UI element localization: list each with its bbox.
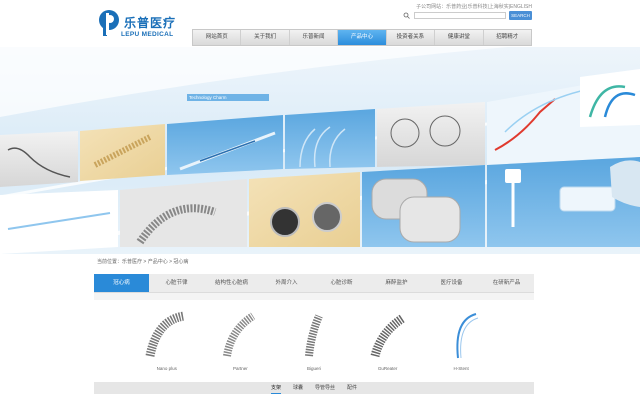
category-tabs: 冠心病 心脏节律 结构性心脏病 外周介入 心脏诊断 麻醉监护 医疗设备 在研新产… [94, 274, 534, 293]
banner-panel-pacemaker [362, 165, 485, 247]
tab-equipment[interactable]: 医疗设备 [424, 274, 479, 292]
subtab-balloon[interactable]: 球囊 [293, 382, 303, 394]
banner-panel-stent-gold [80, 124, 165, 181]
logo-mark-icon [99, 10, 119, 36]
product-name: Bigueri [306, 366, 321, 371]
banner-panel-syringe [487, 157, 640, 247]
stent-icon [223, 312, 256, 357]
search-icon [403, 12, 410, 19]
catheter-icon [456, 313, 479, 359]
product-section: 冠心病 心脏节律 结构性心脏病 外周介入 心脏诊断 麻醉监护 医疗设备 在研新产… [94, 274, 534, 394]
nav-item-home[interactable]: 网站首页 [193, 30, 242, 45]
banner-panel-discs [249, 172, 360, 247]
tab-structural[interactable]: 结构性心脏病 [204, 274, 259, 292]
tab-diagnosis[interactable]: 心脏诊断 [314, 274, 369, 292]
product-item[interactable]: Partner [211, 300, 269, 382]
subtab-stent[interactable]: 支架 [270, 382, 281, 394]
product-item[interactable]: H-Stent [432, 300, 490, 382]
site-header: 乐普医疗 LEPU MEDICAL 子公司网站：乐普药业|乐普科技|上海秋实|E… [0, 0, 640, 47]
breadcrumb[interactable]: 当前位置：乐普医疗 > 产品中心 > 冠心病 [97, 258, 188, 265]
banner-panel-guidewire [0, 190, 118, 254]
tab-peripheral[interactable]: 外周介入 [259, 274, 314, 292]
subcategory-tabs: 支架 球囊 导管导丝 配件 [94, 382, 534, 394]
nav-item-news[interactable]: 乐普新闻 [290, 30, 339, 45]
search-input[interactable] [414, 12, 506, 19]
product-list: Nano plus Partner Bigueri GuReater H-Ste… [94, 300, 534, 382]
subsidiary-links[interactable]: 子公司网站：乐普药业|乐普科技|上海秋实|ENGLISH [416, 3, 532, 10]
product-item[interactable]: GuReater [359, 300, 417, 382]
tab-anesthesia[interactable]: 麻醉监护 [369, 274, 424, 292]
hero-banner: Technology Charm [0, 47, 640, 254]
tab-coronary[interactable]: 冠心病 [94, 274, 149, 292]
banner-panel-catheters [285, 109, 375, 169]
stent-icon [145, 311, 185, 357]
subtab-catheter-guidewire[interactable]: 导管导丝 [315, 382, 335, 394]
nav-item-health[interactable]: 健康讲堂 [435, 30, 484, 45]
nav-item-about[interactable]: 关于我们 [241, 30, 290, 45]
banner-panel-wire [0, 131, 78, 187]
search-button[interactable]: SEARCH [509, 11, 532, 20]
site-search: SEARCH [403, 11, 532, 21]
main-nav: 网站首页 关于我们 乐普新闻 产品中心 投资者关系 健康讲堂 招聘精才 [192, 29, 532, 46]
lepu-logo[interactable]: 乐普医疗 LEPU MEDICAL [97, 8, 197, 42]
banner-panel-occluder [377, 102, 485, 167]
subtab-accessories[interactable]: 配件 [347, 382, 357, 394]
banner-collage [0, 47, 640, 254]
brand-name-en: LEPU MEDICAL [121, 31, 174, 38]
brand-name-cn: 乐普医疗 [124, 16, 177, 30]
product-name: H-Stent [453, 366, 469, 371]
banner-label: Technology Charm [187, 94, 269, 101]
banner-panel-mesh-stent [120, 179, 247, 247]
product-name: Nano plus [156, 366, 177, 371]
tab-rhythm[interactable]: 心脏节律 [149, 274, 204, 292]
nav-item-careers[interactable]: 招聘精才 [484, 30, 531, 45]
product-item[interactable]: Nano plus [138, 300, 196, 382]
nav-item-products[interactable]: 产品中心 [338, 30, 387, 45]
banner-panel-tubes [580, 69, 640, 127]
tab-pipeline[interactable]: 在研新产品 [479, 274, 534, 292]
stent-icon [305, 314, 323, 357]
product-item[interactable]: Bigueri [285, 300, 343, 382]
product-name: Partner [233, 366, 248, 371]
stent-icon [370, 314, 406, 358]
product-name: GuReater [377, 366, 398, 371]
nav-item-investors[interactable]: 投资者关系 [387, 30, 436, 45]
banner-panel-balloon [167, 115, 283, 175]
